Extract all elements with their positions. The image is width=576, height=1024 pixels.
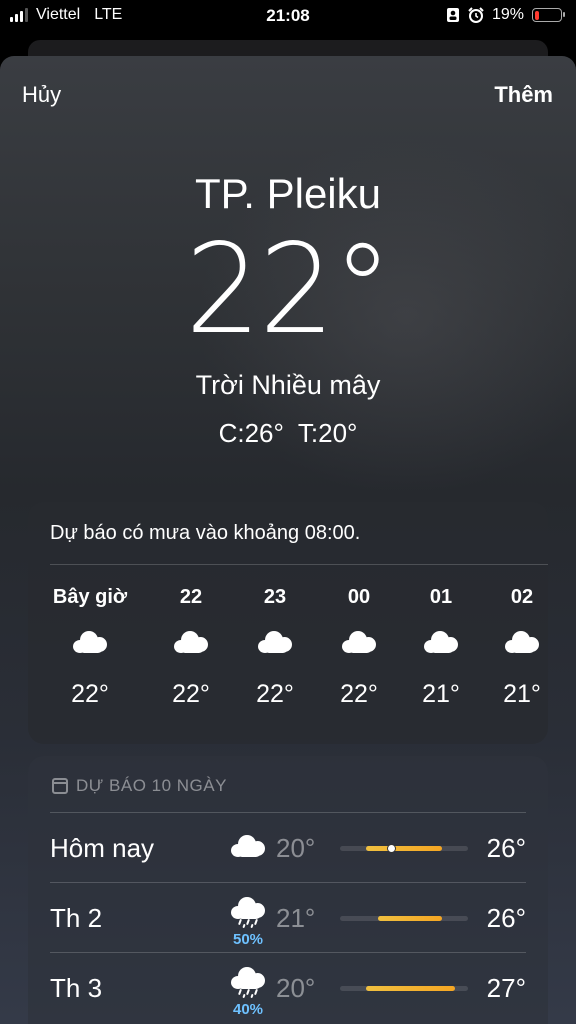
temp-range-fill <box>378 916 443 921</box>
high-temp: 26° <box>486 833 526 863</box>
temp-range-bar <box>340 986 468 991</box>
hour-label: 02 <box>510 586 534 608</box>
hour-temp: 22° <box>172 680 210 708</box>
add-button[interactable]: Thêm <box>494 82 553 108</box>
precip-chance: 50% <box>232 931 264 948</box>
divider <box>50 564 548 565</box>
hour-label: 23 <box>263 586 287 608</box>
cloud-icon <box>174 631 208 653</box>
precip-chance: 40% <box>232 1001 264 1018</box>
forecast-note: Dự báo có mưa vào khoảng 08:00. <box>50 522 361 544</box>
day-label: Hôm nay <box>50 833 155 863</box>
temp-range-bar <box>340 916 468 921</box>
calendar-icon <box>52 778 68 794</box>
high-temp: 27° <box>486 973 526 1003</box>
temp-range-bar <box>340 844 468 853</box>
condition-label: Trời Nhiều mây <box>195 370 381 400</box>
current-temp-marker <box>386 844 396 853</box>
cloud-icon <box>258 631 292 653</box>
hourly-item: 02 21° <box>480 586 564 709</box>
hour-label: 22 <box>179 586 203 608</box>
city-name: TP. Pleiku <box>195 170 381 217</box>
temp-range-fill <box>365 846 443 851</box>
high-temp: 26° <box>486 903 526 933</box>
cloud-icon <box>73 631 107 653</box>
status-right: 19% <box>446 6 565 24</box>
low-temp: 21° <box>276 903 316 933</box>
daily-row[interactable]: Th 2 50% 21° 26° <box>50 882 526 952</box>
cloud-icon <box>342 631 376 653</box>
hour-temp: 21° <box>422 680 460 708</box>
day-label: Th 3 <box>50 973 103 1003</box>
hourly-item: 01 21° <box>399 586 483 709</box>
cloud-icon <box>424 631 458 653</box>
cloud-icon <box>505 631 539 653</box>
high-low: C:26° T:20° <box>0 418 576 449</box>
battery-percent: 19% <box>491 6 524 23</box>
alarm-icon <box>468 7 484 23</box>
hourly-item: 22 22° <box>149 586 233 709</box>
day-label: Th 2 <box>50 903 103 933</box>
daily-row[interactable]: Th 3 40% 20° 27° <box>50 952 526 1022</box>
cloud-rain-icon <box>231 967 265 999</box>
battery-icon <box>532 8 565 22</box>
hour-temp: 22° <box>71 680 109 708</box>
low-temp: 20° <box>276 833 316 863</box>
hour-label: 00 <box>347 586 371 608</box>
high-temp: C:26° <box>218 418 284 448</box>
hour-temp: 22° <box>340 680 378 708</box>
hourly-item: Bây giờ 22° <box>48 586 132 709</box>
hour-label: 01 <box>429 586 453 608</box>
temp-range-fill <box>365 986 456 991</box>
status-bar: Viettel LTE 21:08 19% <box>0 0 576 32</box>
ten-day-header: DỰ BÁO 10 NGÀY <box>52 776 227 796</box>
cloud-rain-icon <box>231 897 265 929</box>
cloud-icon <box>231 835 265 857</box>
hour-temp: 22° <box>256 680 294 708</box>
hourly-forecast-card[interactable]: Dự báo có mưa vào khoảng 08:00. Bây giờ 2… <box>28 502 548 744</box>
daily-row[interactable]: Hôm nay 20° 26° <box>50 812 526 882</box>
ten-day-forecast-card[interactable]: DỰ BÁO 10 NGÀY Hôm nay 20° 26° Th 2 50% 21° 26… <box>28 756 548 1024</box>
portrait-lock-icon <box>446 8 459 22</box>
hourly-item: 00 22° <box>317 586 401 709</box>
cancel-button[interactable]: Hủy <box>22 82 61 108</box>
low-temp: T:20° <box>297 418 358 448</box>
hourly-item: 23 22° <box>233 586 317 709</box>
current-temperature: 22° <box>0 228 576 352</box>
weather-preview-sheet: Hủy Thêm TP. Pleiku 22° Trời Nhiều mây C… <box>0 56 576 1024</box>
hour-temp: 21° <box>503 680 541 708</box>
current-temperature-value: 22° <box>185 218 392 362</box>
ten-day-title: DỰ BÁO 10 NGÀY <box>76 776 227 795</box>
hour-label: Bây giờ <box>52 586 128 608</box>
low-temp: 20° <box>276 973 316 1003</box>
